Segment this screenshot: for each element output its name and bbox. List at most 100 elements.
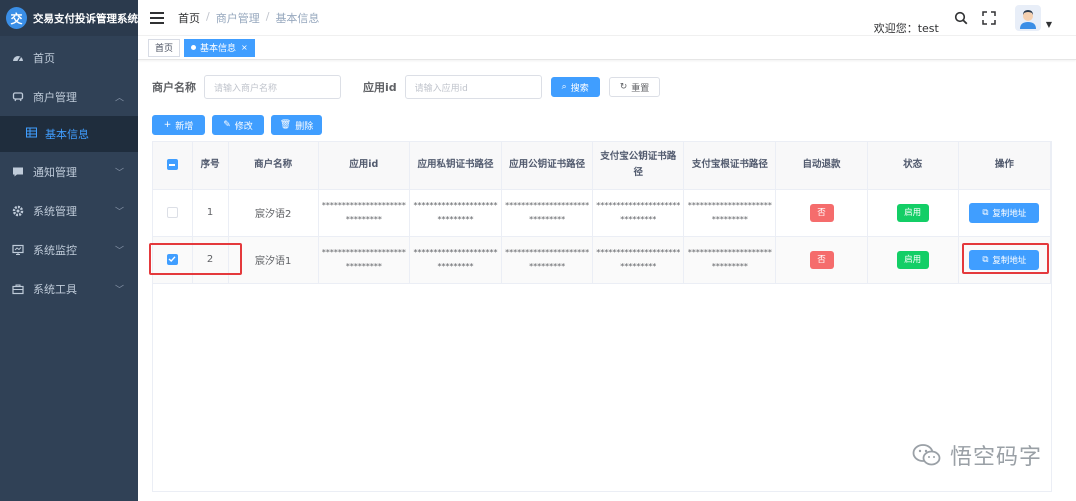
action-toolbar: + 新增 ✎ 修改 🗑 删除 <box>152 115 322 135</box>
message-icon <box>12 166 24 178</box>
gear-icon <box>12 205 24 217</box>
sidebar-subitem-label: 基本信息 <box>45 128 89 141</box>
column-header: 自动退款 <box>775 142 868 190</box>
app-public-cert-cell: ****************************** <box>501 236 594 284</box>
action-cell: ⧉ 复制地址 <box>958 236 1052 284</box>
toolbox-icon <box>12 283 24 295</box>
edit-icon: ✎ <box>223 120 231 130</box>
add-button[interactable]: + 新增 <box>152 115 205 135</box>
merchant-cell: 宸汐语2 <box>228 189 319 237</box>
alipay-root-cert-cell: ****************************** <box>683 236 777 284</box>
tag-basic-info[interactable]: 基本信息 × <box>184 38 255 57</box>
status-badge: 启用 <box>896 203 929 222</box>
caret-down-icon[interactable]: ▼ <box>1046 20 1052 29</box>
search-button[interactable]: ⌕ 搜索 <box>550 77 600 97</box>
breadcrumb-merchant[interactable]: 商户管理 <box>216 10 260 26</box>
merchant-cell: 宸汐语1 <box>228 236 319 284</box>
sidebar: 交 交易支付投诉管理系统 首页 商户管理 ︿ 基本信息 通知管理 ﹀ 系统管理 … <box>0 0 138 501</box>
sidebar-item-label: 商户管理 <box>33 90 77 104</box>
sidebar-item-monitor[interactable]: 系统监控 ﹀ <box>0 230 138 269</box>
close-icon[interactable]: × <box>241 43 248 52</box>
merchant-name-label: 商户名称 <box>152 81 196 94</box>
status-badge: 启用 <box>896 250 929 269</box>
table-header-row: 序号 商户名称 应用id 应用私钥证书路径 应用公钥证书路径 支付宝公钥证书路径… <box>153 142 1052 190</box>
auto-refund-badge: 否 <box>809 203 834 222</box>
sidebar-item-label: 系统管理 <box>33 204 77 218</box>
column-header: 状态 <box>867 142 959 190</box>
search-icon[interactable] <box>953 10 969 26</box>
sidebar-item-tools[interactable]: 系统工具 ﹀ <box>0 269 138 308</box>
sidebar-item-merchant[interactable]: 商户管理 ︿ <box>0 77 138 116</box>
app-private-cert-cell: ****************************** <box>409 189 503 237</box>
table-row[interactable]: 1 宸汐语2 ****************************** **… <box>153 189 1052 237</box>
fullscreen-icon[interactable] <box>981 10 997 26</box>
copy-address-button[interactable]: ⧉ 复制地址 <box>969 202 1040 223</box>
breadcrumb-separator: / <box>206 9 210 23</box>
select-all-cell[interactable] <box>153 142 193 190</box>
tag-label: 基本信息 <box>200 44 237 54</box>
column-header: 序号 <box>192 142 229 190</box>
sidebar-item-label: 首页 <box>33 51 55 65</box>
auto-refund-cell: 否 <box>775 189 868 237</box>
merchant-name-input[interactable]: 请输入商户名称 <box>204 75 341 99</box>
auto-refund-badge: 否 <box>809 250 834 269</box>
row-select-cell[interactable] <box>153 189 193 237</box>
reset-button-label: 重置 <box>631 83 650 94</box>
sidebar-item-system[interactable]: 系统管理 ﹀ <box>0 191 138 230</box>
index-cell: 1 <box>192 189 229 237</box>
search-button-label: 搜索 <box>570 83 589 94</box>
status-cell: 启用 <box>867 236 959 284</box>
status-cell: 启用 <box>867 189 959 237</box>
sidebar-item-home[interactable]: 首页 <box>0 38 138 77</box>
app-logo[interactable]: 交 交易支付投诉管理系统 <box>0 0 138 36</box>
edit-button-label: 修改 <box>234 121 253 132</box>
sidebar-item-notify[interactable]: 通知管理 ﹀ <box>0 152 138 191</box>
index-cell: 2 <box>192 236 229 284</box>
alipay-public-cert-cell: ****************************** <box>592 236 685 284</box>
row-checkbox[interactable] <box>166 206 178 218</box>
hamburger-icon[interactable] <box>150 11 164 24</box>
avatar[interactable] <box>1014 5 1041 31</box>
app-public-cert-cell: ****************************** <box>501 189 594 237</box>
row-select-cell[interactable] <box>153 236 193 284</box>
copy-icon: ⧉ <box>982 254 989 265</box>
auto-refund-cell: 否 <box>775 236 868 284</box>
table-row[interactable]: 2 宸汐语1 ****************************** **… <box>153 236 1052 284</box>
breadcrumb: 首页 / 商户管理 / 基本信息 <box>178 10 319 26</box>
wechat-icon <box>912 444 941 466</box>
copy-address-button[interactable]: ⧉ 复制地址 <box>969 249 1040 270</box>
shop-icon <box>12 91 24 103</box>
chevron-down-icon: ﹀ <box>114 285 124 295</box>
app-private-cert-cell: ****************************** <box>409 236 503 284</box>
alipay-root-cert-cell: ****************************** <box>683 189 777 237</box>
tags-view: 首页 基本信息 × <box>138 36 1076 60</box>
copy-address-label: 复制地址 <box>992 255 1027 266</box>
search-form: 商户名称 请输入商户名称 应用id 请输入应用id ⌕ 搜索 ↻ 重置 <box>152 75 661 99</box>
appid-input[interactable]: 请输入应用id <box>404 75 542 99</box>
copy-icon: ⧉ <box>982 207 989 218</box>
select-all-checkbox[interactable] <box>166 159 178 171</box>
delete-button-label: 删除 <box>295 121 314 132</box>
breadcrumb-home[interactable]: 首页 <box>178 10 200 26</box>
sidebar-item-label: 通知管理 <box>33 165 77 179</box>
active-dot-icon <box>191 45 197 50</box>
refresh-icon: ↻ <box>619 82 628 92</box>
sidebar-item-label: 系统监控 <box>33 243 77 257</box>
row-checkbox[interactable] <box>166 253 178 265</box>
add-button-label: 新增 <box>175 121 194 132</box>
logo-icon: 交 <box>6 7 27 29</box>
trash-icon: 🗑 <box>279 120 292 130</box>
tag-home[interactable]: 首页 <box>148 38 181 57</box>
edit-button[interactable]: ✎ 修改 <box>212 115 264 135</box>
column-header: 支付宝公钥证书路径 <box>592 142 685 190</box>
table-icon <box>26 127 37 141</box>
chevron-up-icon: ︿ <box>114 93 124 103</box>
reset-button[interactable]: ↻ 重置 <box>608 77 661 97</box>
dashboard-icon <box>12 52 24 64</box>
top-navbar: 首页 / 商户管理 / 基本信息 欢迎您：test ▼ <box>138 0 1076 36</box>
sidebar-subitem-basic-info[interactable]: 基本信息 <box>0 116 138 152</box>
copy-address-label: 复制地址 <box>992 208 1027 219</box>
delete-button[interactable]: 🗑 删除 <box>271 115 322 135</box>
column-header: 支付宝根证书路径 <box>683 142 777 190</box>
watermark: 悟空码字 <box>912 439 1042 471</box>
